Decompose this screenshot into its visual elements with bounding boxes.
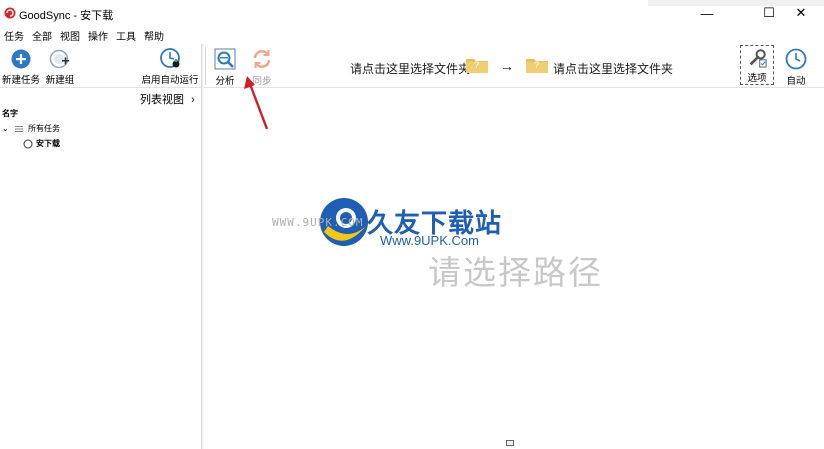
menu-view[interactable]: 视图: [56, 28, 84, 43]
analyze-magnifier-icon: [214, 48, 236, 70]
chevron-down-icon[interactable]: ⌄: [2, 124, 11, 133]
tree-all-jobs[interactable]: ⌄ 所有任务: [2, 123, 60, 134]
plus-circle-icon: [11, 49, 31, 69]
menu-job[interactable]: 任务: [0, 28, 28, 43]
auto-clock-icon: [785, 48, 807, 70]
menu-all[interactable]: 全部: [28, 28, 56, 43]
new-group-label: 新建组: [45, 75, 75, 86]
auto-run-label: 启用自动运行: [141, 75, 199, 86]
watermark-left-text: WWW.9UPK.COM: [272, 216, 364, 229]
job-status-circle-icon: [23, 139, 33, 148]
menu-action[interactable]: 操作: [84, 28, 112, 43]
options-button[interactable]: 选项: [740, 45, 774, 85]
all-jobs-label: 所有任务: [28, 124, 60, 133]
options-label: 选项: [747, 73, 767, 84]
chevron-right-icon: ›: [191, 94, 195, 106]
new-group-button[interactable]: 新建组: [44, 49, 76, 86]
close-button[interactable]: ✕: [778, 0, 824, 26]
toolbar-separator: [205, 47, 206, 85]
pane-splitter[interactable]: [201, 44, 203, 449]
all-jobs-icon: [15, 125, 23, 132]
new-group-icon: [49, 49, 69, 69]
left-folder-selector[interactable]: 请点击这里选择文件夹: [350, 60, 470, 77]
auto-run-button[interactable]: 启用自动运行: [140, 47, 200, 86]
select-path-hint: 请选择路径: [428, 253, 603, 292]
right-folder-icon[interactable]: ?: [526, 57, 548, 73]
tree-job-item[interactable]: 安下载: [23, 138, 60, 149]
direction-arrow-icon[interactable]: →: [500, 58, 514, 74]
left-folder-icon[interactable]: ?: [466, 57, 488, 73]
auto-button[interactable]: 自动: [783, 48, 809, 87]
left-folder-mark: ?: [474, 60, 480, 70]
annotation-arrow-icon: [244, 76, 269, 130]
goodsync-logo-icon: [4, 7, 16, 19]
sync-arrows-icon: [253, 50, 271, 68]
menu-help[interactable]: 帮助: [140, 28, 168, 43]
auto-label: 自动: [786, 76, 806, 87]
list-view-label: 列表视图: [140, 94, 184, 106]
wrench-icon: [749, 49, 767, 68]
analyze-button[interactable]: 分析: [212, 48, 238, 87]
right-folder-mark: ?: [534, 60, 540, 70]
new-job-label: 新建任务: [2, 75, 41, 86]
name-column-header[interactable]: 名字: [2, 108, 18, 119]
minimize-button[interactable]: —: [684, 0, 730, 26]
menu-tools[interactable]: 工具: [112, 28, 140, 43]
new-job-button[interactable]: 新建任务: [2, 49, 40, 86]
job-name: 安下载: [36, 139, 60, 148]
list-view-toggle[interactable]: 列表视图 ›: [140, 91, 195, 107]
window-title: GoodSync - 安下载: [19, 10, 114, 22]
right-folder-selector[interactable]: 请点击这里选择文件夹: [553, 60, 673, 77]
resize-grip-icon[interactable]: [506, 440, 514, 446]
analyze-label: 分析: [215, 76, 235, 87]
menu-bar: 任务 全部 视图 操作 工具 帮助: [0, 27, 824, 43]
auto-run-clock-icon: [160, 48, 180, 68]
